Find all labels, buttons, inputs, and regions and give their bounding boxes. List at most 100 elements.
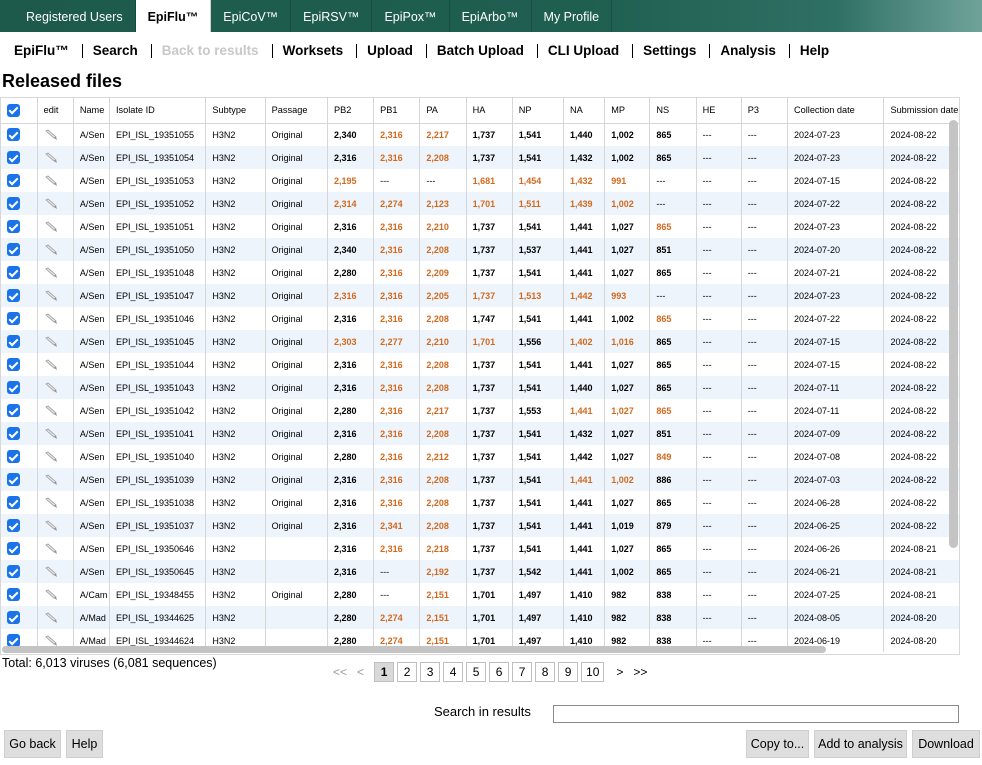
column-header-ha[interactable]: HA bbox=[466, 98, 513, 124]
table-row[interactable]: A/Sen EPI_ISL_19351053 H3N2 Original 2,195 --… bbox=[1, 169, 959, 192]
table-row[interactable]: A/Sen EPI_ISL_19351045 H3N2 Original 2,303 2,… bbox=[1, 330, 959, 353]
column-header-p3[interactable]: P3 bbox=[741, 98, 789, 124]
edit-pencil-icon[interactable] bbox=[44, 313, 58, 325]
first-page-link[interactable]: << bbox=[333, 665, 347, 679]
table-row[interactable]: A/Sen EPI_ISL_19351050 H3N2 Original 2,340 2,… bbox=[1, 238, 959, 261]
column-header-collection-date[interactable]: Collection date bbox=[787, 98, 885, 124]
row-checkbox[interactable] bbox=[7, 542, 20, 555]
row-checkbox[interactable] bbox=[7, 496, 20, 509]
column-header-passage[interactable]: Passage bbox=[265, 98, 328, 124]
row-checkbox[interactable] bbox=[7, 266, 20, 279]
page-8-button[interactable]: 8 bbox=[535, 662, 556, 682]
edit-pencil-icon[interactable] bbox=[44, 451, 58, 463]
table-row[interactable]: A/Sen EPI_ISL_19350645 H3N2 2,316 --- 2,192 1,… bbox=[1, 560, 959, 583]
edit-pencil-icon[interactable] bbox=[44, 405, 58, 417]
add-to-analysis-button[interactable]: Add to analysis bbox=[814, 730, 907, 758]
page-2-button[interactable]: 2 bbox=[397, 662, 418, 682]
subnav-cli-upload[interactable]: CLI Upload bbox=[538, 44, 634, 58]
top-tab-registered-users[interactable]: Registered Users bbox=[14, 0, 136, 32]
table-row[interactable]: A/Sen EPI_ISL_19351048 H3N2 Original 2,280 2,… bbox=[1, 261, 959, 284]
table-row[interactable]: A/Sen EPI_ISL_19351039 H3N2 Original 2,316 2,… bbox=[1, 468, 959, 491]
table-row[interactable]: A/Sen EPI_ISL_19351046 H3N2 Original 2,316 2,… bbox=[1, 307, 959, 330]
column-header-edit[interactable]: edit bbox=[37, 98, 74, 124]
table-row[interactable]: A/Sen EPI_ISL_19351054 H3N2 Original 2,316 2,… bbox=[1, 146, 959, 169]
edit-pencil-icon[interactable] bbox=[44, 566, 58, 578]
column-header-isolate-id[interactable]: Isolate ID bbox=[109, 98, 207, 124]
subnav-analysis[interactable]: Analysis bbox=[710, 44, 790, 58]
edit-pencil-icon[interactable] bbox=[44, 359, 58, 371]
edit-pencil-icon[interactable] bbox=[44, 474, 58, 486]
column-header-pb1[interactable]: PB1 bbox=[373, 98, 421, 124]
table-row[interactable]: A/Cam EPI_ISL_19348455 H3N2 Original 2,280 --… bbox=[1, 583, 959, 606]
column-header-pa[interactable]: PA bbox=[419, 98, 467, 124]
row-checkbox[interactable] bbox=[7, 289, 20, 302]
column-header-na[interactable]: NA bbox=[563, 98, 606, 124]
row-checkbox[interactable] bbox=[7, 358, 20, 371]
page-10-button[interactable]: 10 bbox=[581, 662, 605, 682]
download-button[interactable]: Download bbox=[912, 730, 980, 758]
top-tab-epirsv[interactable]: EpiRSV™ bbox=[291, 0, 373, 32]
edit-pencil-icon[interactable] bbox=[44, 129, 58, 141]
last-page-link[interactable]: >> bbox=[633, 665, 647, 679]
row-checkbox[interactable] bbox=[7, 427, 20, 440]
row-checkbox[interactable] bbox=[7, 519, 20, 532]
table-row[interactable]: A/Sen EPI_ISL_19351040 H3N2 Original 2,280 2,… bbox=[1, 445, 959, 468]
column-header-np[interactable]: NP bbox=[512, 98, 565, 124]
edit-pencil-icon[interactable] bbox=[44, 497, 58, 509]
edit-pencil-icon[interactable] bbox=[44, 635, 58, 647]
table-row[interactable]: A/Mad EPI_ISL_19344625 H3N2 2,280 2,274 2,151… bbox=[1, 606, 959, 629]
page-5-button[interactable]: 5 bbox=[466, 662, 487, 682]
page-7-button[interactable]: 7 bbox=[512, 662, 533, 682]
edit-pencil-icon[interactable] bbox=[44, 175, 58, 187]
top-tab-epipox[interactable]: EpiPox™ bbox=[372, 0, 450, 32]
prev-page-link[interactable]: < bbox=[357, 665, 364, 679]
top-tab-epiflu[interactable]: EpiFlu™ bbox=[135, 0, 212, 32]
table-row[interactable]: A/Sen EPI_ISL_19351044 H3N2 Original 2,316 2,… bbox=[1, 353, 959, 376]
subnav-help[interactable]: Help bbox=[790, 44, 842, 58]
edit-pencil-icon[interactable] bbox=[44, 290, 58, 302]
page-9-button[interactable]: 9 bbox=[558, 662, 579, 682]
table-row[interactable]: A/Sen EPI_ISL_19351042 H3N2 Original 2,280 2,… bbox=[1, 399, 959, 422]
edit-pencil-icon[interactable] bbox=[44, 543, 58, 555]
edit-pencil-icon[interactable] bbox=[44, 244, 58, 256]
row-checkbox[interactable] bbox=[7, 565, 20, 578]
subnav-worksets[interactable]: Worksets bbox=[273, 44, 358, 58]
subnav-batch-upload[interactable]: Batch Upload bbox=[427, 44, 538, 58]
edit-pencil-icon[interactable] bbox=[44, 520, 58, 532]
next-page-link[interactable]: > bbox=[616, 665, 623, 679]
row-checkbox[interactable] bbox=[7, 611, 20, 624]
row-checkbox[interactable] bbox=[7, 197, 20, 210]
table-row[interactable]: A/Sen EPI_ISL_19351038 H3N2 Original 2,316 2,… bbox=[1, 491, 959, 514]
subnav-upload[interactable]: Upload bbox=[357, 44, 427, 58]
table-row[interactable]: A/Sen EPI_ISL_19351037 H3N2 Original 2,316 2,… bbox=[1, 514, 959, 537]
vertical-scrollbar[interactable] bbox=[949, 120, 958, 548]
edit-pencil-icon[interactable] bbox=[44, 382, 58, 394]
row-checkbox[interactable] bbox=[7, 151, 20, 164]
table-row[interactable]: A/Sen EPI_ISL_19351055 H3N2 Original 2,340 2,… bbox=[1, 123, 959, 146]
go-back-button[interactable]: Go back bbox=[4, 730, 61, 758]
table-row[interactable]: A/Sen EPI_ISL_19351041 H3N2 Original 2,316 2,… bbox=[1, 422, 959, 445]
subnav-epiflu[interactable]: EpiFlu™ bbox=[4, 44, 83, 58]
table-row[interactable]: A/Sen EPI_ISL_19351051 H3N2 Original 2,316 2,… bbox=[1, 215, 959, 238]
column-header-ns[interactable]: NS bbox=[649, 98, 697, 124]
edit-pencil-icon[interactable] bbox=[44, 612, 58, 624]
edit-pencil-icon[interactable] bbox=[44, 152, 58, 164]
copy-to-button[interactable]: Copy to... bbox=[746, 730, 809, 758]
help-button[interactable]: Help bbox=[66, 730, 103, 758]
edit-pencil-icon[interactable] bbox=[44, 336, 58, 348]
subnav-search[interactable]: Search bbox=[83, 44, 152, 58]
row-checkbox[interactable] bbox=[7, 174, 20, 187]
table-row[interactable]: A/Sen EPI_ISL_19351047 H3N2 Original 2,316 2,… bbox=[1, 284, 959, 307]
column-header-subtype[interactable]: Subtype bbox=[205, 98, 266, 124]
column-header-mp[interactable]: MP bbox=[604, 98, 651, 124]
row-checkbox[interactable] bbox=[7, 335, 20, 348]
column-header-he[interactable]: HE bbox=[696, 98, 742, 124]
row-checkbox[interactable] bbox=[7, 312, 20, 325]
page-1-button[interactable]: 1 bbox=[374, 662, 395, 682]
top-tab-my-profile[interactable]: My Profile bbox=[532, 0, 613, 32]
row-checkbox[interactable] bbox=[7, 128, 20, 142]
edit-pencil-icon[interactable] bbox=[44, 198, 58, 210]
edit-pencil-icon[interactable] bbox=[44, 589, 58, 601]
search-results-input[interactable] bbox=[553, 705, 959, 723]
row-checkbox[interactable] bbox=[7, 450, 20, 463]
